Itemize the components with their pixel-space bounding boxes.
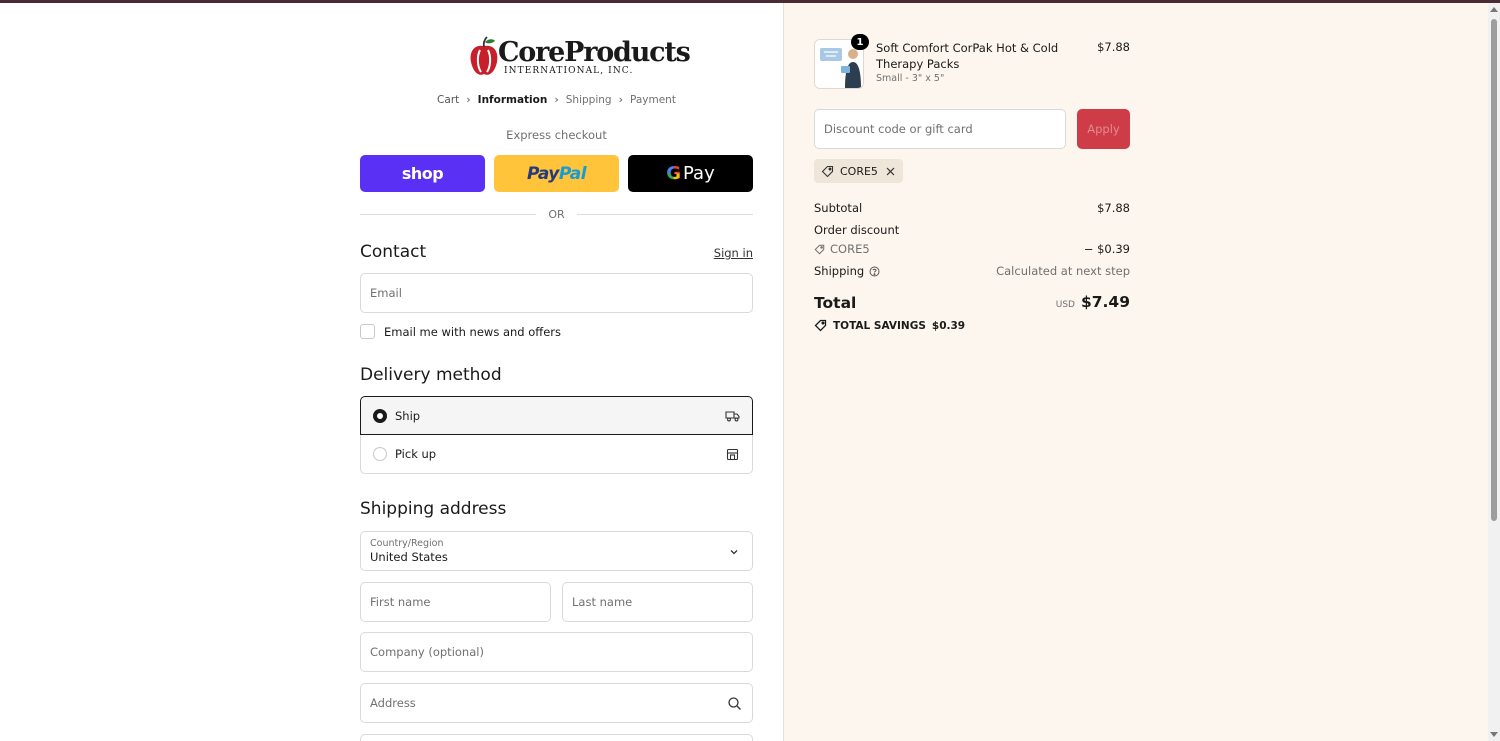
savings-label: TOTAL SAVINGS xyxy=(833,319,926,332)
close-icon[interactable] xyxy=(884,165,897,178)
scroll-down-arrow[interactable] xyxy=(1490,732,1498,737)
discount-placeholder: Discount code or gift card xyxy=(824,122,973,136)
search-icon[interactable] xyxy=(727,696,742,711)
tag-icon xyxy=(821,165,834,178)
shop-pay-button[interactable]: shop xyxy=(360,155,485,192)
express-checkout-title: Express checkout xyxy=(506,128,607,142)
express-buttons: shop Pay Pal G Pay xyxy=(360,155,753,192)
last-name-input[interactable]: Last name xyxy=(562,582,753,622)
apple-logo-icon xyxy=(470,36,498,75)
total-label: Total xyxy=(814,294,857,312)
product-variant: Small - 3" x 5" xyxy=(876,73,945,84)
order-discount-row: Order discount xyxy=(814,223,1130,237)
first-name-placeholder: First name xyxy=(370,595,431,609)
first-name-input[interactable]: First name xyxy=(360,582,551,622)
breadcrumb-shipping: Shipping xyxy=(565,93,612,106)
shipping-label: Shipping xyxy=(814,264,865,278)
delivery-option-pickup[interactable]: Pick up xyxy=(360,435,753,474)
store-icon xyxy=(724,446,740,462)
savings-value: $0.39 xyxy=(931,319,966,332)
chevron-down-icon xyxy=(730,550,738,555)
scroll-thumb[interactable] xyxy=(1491,19,1497,521)
address-input[interactable]: Address xyxy=(360,683,753,723)
product-price: $7.88 xyxy=(1097,40,1130,54)
news-offers-label: Email me with news and offers xyxy=(384,324,562,339)
news-offers-checkbox[interactable] xyxy=(360,324,375,339)
discount-code-label: CORE5 xyxy=(830,242,870,256)
google-pay-button[interactable]: G Pay xyxy=(628,155,753,192)
company-input[interactable]: Company (optional) xyxy=(360,632,753,672)
breadcrumb: Cart › Information › Shipping › Payment xyxy=(360,93,753,106)
scrollbar[interactable] xyxy=(1488,3,1500,741)
google-g-icon: G xyxy=(666,163,682,184)
paypal-button[interactable]: Pay Pal xyxy=(494,155,619,192)
brand-subtitle: INTERNATIONAL, INC. xyxy=(504,66,634,76)
chevron-right-icon: › xyxy=(618,93,623,106)
discount-code-name: CORE5 xyxy=(814,242,870,256)
subtotal-row: Subtotal $7.88 xyxy=(814,201,1130,215)
paypal-label-pal: Pal xyxy=(558,163,587,184)
shipping-label-group: Shipping xyxy=(814,264,880,278)
subtotal-label: Subtotal xyxy=(814,201,863,215)
applied-code-label: CORE5 xyxy=(840,164,878,178)
pickup-radio[interactable] xyxy=(373,447,387,461)
pickup-label: Pick up xyxy=(395,447,437,461)
currency-code: USD xyxy=(1055,300,1075,310)
breadcrumb-payment: Payment xyxy=(629,93,676,106)
ship-radio[interactable] xyxy=(373,408,387,423)
subtotal-value: $7.88 xyxy=(1097,201,1130,215)
breadcrumb-cart[interactable]: Cart xyxy=(437,94,459,106)
email-input[interactable]: Email xyxy=(360,273,753,313)
email-placeholder: Email xyxy=(370,286,402,300)
scroll-up-arrow[interactable] xyxy=(1490,7,1498,12)
discount-code-value: − $0.39 xyxy=(1083,242,1130,256)
ship-label: Ship xyxy=(395,408,421,423)
discount-code-row: CORE5 − $0.39 xyxy=(814,242,1130,256)
country-value: United States xyxy=(370,549,448,564)
apartment-input[interactable] xyxy=(360,734,753,741)
company-placeholder: Company (optional) xyxy=(370,645,484,659)
divider-line xyxy=(360,213,537,215)
brand-name: CoreProducts xyxy=(498,37,691,68)
tag-icon xyxy=(814,319,827,332)
shipping-value: Calculated at next step xyxy=(996,264,1130,278)
chevron-right-icon: › xyxy=(466,93,471,106)
shop-pay-label: shop xyxy=(401,164,444,183)
or-divider: OR xyxy=(360,206,753,222)
divider-line xyxy=(576,213,753,215)
delivery-method-heading: Delivery method xyxy=(360,365,502,385)
quantity-badge: 1 xyxy=(851,34,869,50)
total-amount: USD $7.49 xyxy=(990,293,1130,311)
tag-icon xyxy=(814,244,825,255)
sign-in-link[interactable]: Sign in xyxy=(690,246,753,260)
chevron-right-icon: › xyxy=(554,93,559,106)
discount-code-input[interactable]: Discount code or gift card xyxy=(814,109,1066,149)
paypal-label-pay: Pay xyxy=(526,163,559,184)
product-name: Soft Comfort CorPak Hot & Cold Therapy P… xyxy=(876,41,1059,71)
apply-discount-button[interactable]: Apply xyxy=(1077,109,1130,149)
contact-heading: Contact xyxy=(360,242,427,262)
last-name-placeholder: Last name xyxy=(572,595,633,609)
shipping-row: Shipping Calculated at next step xyxy=(814,264,1130,278)
address-placeholder: Address xyxy=(370,696,416,710)
google-pay-label: Pay xyxy=(683,163,715,184)
order-discount-label: Order discount xyxy=(814,223,900,237)
help-circle-icon[interactable] xyxy=(869,266,880,277)
total-value: $7.49 xyxy=(1080,293,1130,311)
truck-icon xyxy=(724,408,740,424)
total-savings: TOTAL SAVINGS $0.39 xyxy=(814,319,965,332)
brand-logo[interactable]: CoreProducts INTERNATIONAL, INC. xyxy=(468,34,691,82)
shipping-address-heading: Shipping address xyxy=(360,499,507,519)
news-offers-row[interactable]: Email me with news and offers xyxy=(360,324,561,339)
applied-discount-chip: CORE5 xyxy=(814,159,903,183)
apply-label: Apply xyxy=(1087,122,1120,136)
or-label: OR xyxy=(548,207,565,221)
country-label: Country/Region xyxy=(370,537,444,549)
delivery-option-ship[interactable]: Ship xyxy=(360,396,753,435)
country-select[interactable]: Country/Region United States xyxy=(360,531,753,571)
breadcrumb-information: Information xyxy=(477,93,548,106)
